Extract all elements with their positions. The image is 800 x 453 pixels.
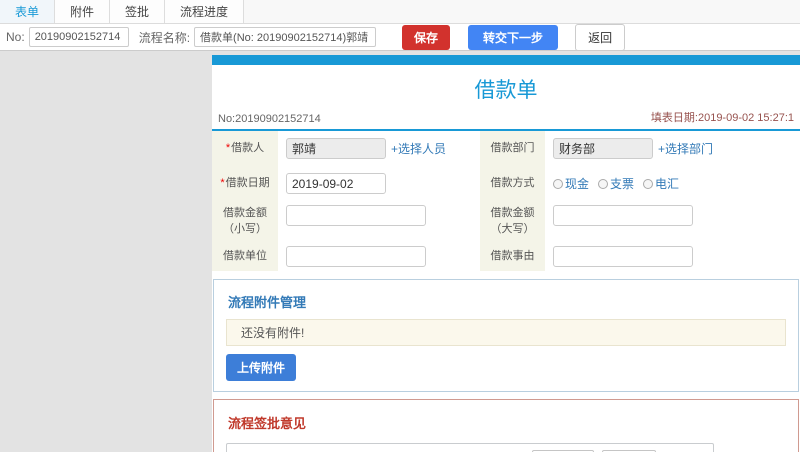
form-row-unit-reason: 借款单位 借款事由	[212, 241, 800, 271]
loan-unit-input[interactable]	[286, 245, 426, 267]
amount-lower-input[interactable]	[286, 205, 426, 226]
process-name-label: 流程名称:	[138, 30, 191, 45]
form-row-date-method: *借款日期 借款方式 现金 支票 电	[212, 166, 800, 201]
amount-lower-label: 借款金额（小写）	[212, 201, 278, 241]
amount-upper-input[interactable]	[553, 205, 693, 226]
process-name-input[interactable]	[194, 27, 377, 47]
form-title: 借款单	[474, 79, 538, 102]
radio-wire-transfer[interactable]: 电汇	[643, 175, 679, 192]
required-mark: *	[225, 142, 231, 155]
attachments-section: 流程附件管理 还没有附件! 上传附件	[213, 279, 799, 392]
amount-upper-label: 借款金额（大写）	[480, 201, 545, 241]
required-mark: *	[220, 177, 225, 190]
format-dropdown[interactable]: 格式 ▼	[601, 450, 656, 452]
loan-method-label: 借款方式	[480, 166, 545, 201]
tab-attachments[interactable]: 附件	[55, 0, 111, 23]
tab-approval[interactable]: 签批	[110, 0, 166, 23]
loan-unit-label: 借款单位	[212, 241, 278, 271]
loan-method-radios: 现金 支票 电汇	[553, 175, 679, 192]
attachments-title: 流程附件管理	[228, 295, 307, 310]
tab-bar: 表单 附件 签批 流程进度	[0, 0, 800, 24]
upload-attachment-button[interactable]: 上传附件	[226, 354, 297, 381]
no-input[interactable]	[28, 27, 129, 47]
no-attachments-message: 还没有附件!	[226, 319, 786, 346]
form-meta-row: No:20190902152714 填表日期:2019-09-02 15:27:…	[212, 109, 800, 131]
borrower-label: *借款人	[212, 131, 278, 166]
styles-dropdown[interactable]: 样式 ▼	[531, 450, 594, 452]
toolbar: No: 流程名称: 保存 转交下一步 返回	[0, 23, 800, 51]
no-label: No:	[6, 30, 25, 44]
form-row-amounts: 借款金额（小写） 借款金额（大写）	[212, 201, 800, 241]
borrower-input[interactable]	[286, 138, 386, 159]
radio-check[interactable]: 支票	[598, 175, 634, 192]
form-header-bar	[212, 55, 800, 65]
tab-process-progress[interactable]: 流程进度	[165, 0, 245, 23]
radio-cash[interactable]: 现金	[553, 175, 589, 192]
loan-date-input[interactable]	[286, 173, 386, 194]
main-area: 借款单 No:20190902152714 填表日期:2019-09-02 15…	[0, 51, 800, 452]
loan-reason-input[interactable]	[553, 245, 693, 267]
department-label: 借款部门	[480, 131, 545, 166]
save-button[interactable]: 保存	[402, 24, 451, 50]
form-row-borrower: *借款人 +选择人员 借款部门 +选择部门	[212, 131, 800, 166]
approval-section: 流程签批意见 B I abc	[213, 399, 799, 452]
department-input[interactable]	[553, 138, 653, 159]
radio-circle-icon	[553, 178, 563, 189]
editor-toolbar: B I abc	[227, 444, 713, 452]
radio-circle-icon	[643, 178, 654, 189]
form-number: No:20190902152714	[218, 113, 321, 125]
form-fill-date: 填表日期:2019-09-02 15:27:1	[650, 112, 794, 124]
back-button[interactable]: 返回	[575, 23, 626, 51]
radio-circle-icon	[598, 178, 609, 189]
loan-form-panel: 借款单 No:20190902152714 填表日期:2019-09-02 15…	[212, 55, 800, 452]
loan-date-label: *借款日期	[212, 166, 278, 201]
approval-title: 流程签批意见	[228, 416, 307, 431]
tab-form[interactable]: 表单	[0, 0, 56, 23]
loan-reason-label: 借款事由	[480, 241, 545, 271]
select-department-link[interactable]: +选择部门	[658, 140, 713, 157]
rich-text-editor: B I abc	[226, 443, 714, 452]
select-personnel-link[interactable]: +选择人员	[391, 140, 446, 157]
forward-next-step-button[interactable]: 转交下一步	[468, 24, 559, 50]
